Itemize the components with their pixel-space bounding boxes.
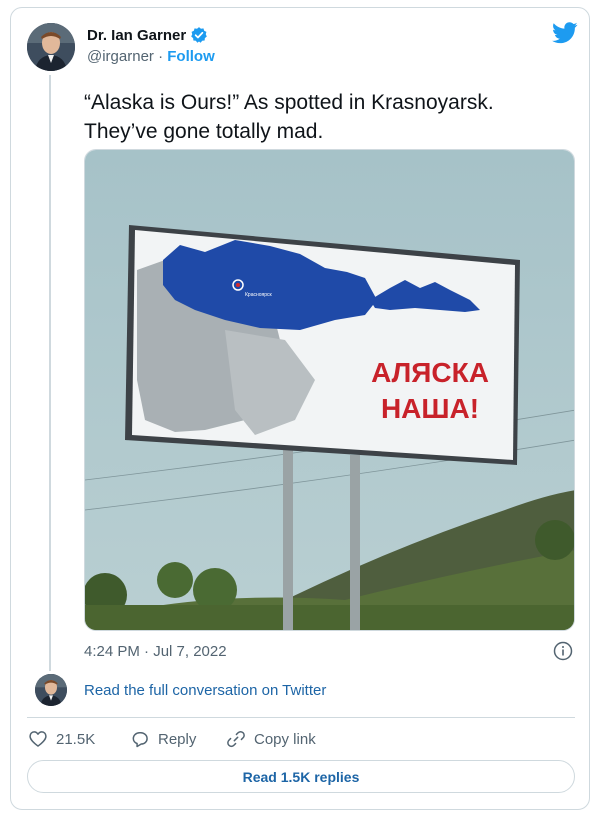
author-name-row[interactable]: Dr. Ian Garner — [87, 26, 208, 44]
author-handle-row: @irgarner · Follow — [87, 48, 215, 65]
read-replies-button[interactable]: Read 1.5K replies — [27, 760, 575, 793]
copy-link-action[interactable]: Copy link — [226, 729, 316, 749]
link-icon — [227, 730, 245, 748]
tweet-text: “Alaska is Ours!” As spotted in Krasnoya… — [84, 88, 564, 146]
author-name[interactable]: Dr. Ian Garner — [87, 27, 186, 44]
like-action[interactable]: 21.5K — [28, 729, 95, 749]
conversation-avatar[interactable] — [35, 674, 67, 706]
thread-connector-line — [49, 75, 51, 671]
tweet-timestamp[interactable]: 4:24 PM · Jul 7, 2022 — [84, 643, 227, 660]
copy-link-label: Copy link — [254, 730, 316, 748]
reply-action[interactable]: Reply — [130, 729, 196, 749]
handle-separator: · — [158, 48, 164, 65]
follow-link[interactable]: Follow — [167, 48, 215, 65]
twitter-bird-icon[interactable] — [552, 22, 578, 44]
actions-divider — [27, 717, 575, 718]
reply-label: Reply — [158, 730, 197, 748]
read-full-conversation-link[interactable]: Read the full conversation on Twitter — [84, 682, 326, 699]
billboard-city-label: Красноярск — [245, 292, 273, 298]
billboard-photo-illustration: Красноярск АЛЯСКА НАША! — [85, 150, 574, 630]
tweet-text-line-1: “Alaska is Ours!” As spotted in Krasnoya… — [84, 91, 494, 114]
tweet-text-line-2: They’ve gone totally mad. — [84, 120, 324, 143]
author-handle[interactable]: @irgarner — [87, 48, 154, 65]
verified-badge-icon — [191, 27, 208, 43]
billboard-slogan-line-2: НАША! — [381, 393, 479, 424]
reply-icon — [132, 732, 148, 748]
like-count: 21.5K — [56, 730, 96, 748]
heart-icon — [29, 731, 47, 747]
info-icon[interactable] — [553, 641, 573, 661]
author-avatar[interactable] — [27, 23, 75, 71]
billboard-slogan-line-1: АЛЯСКА — [371, 357, 489, 388]
tweet-media-photo[interactable]: Красноярск АЛЯСКА НАША! — [84, 149, 575, 631]
